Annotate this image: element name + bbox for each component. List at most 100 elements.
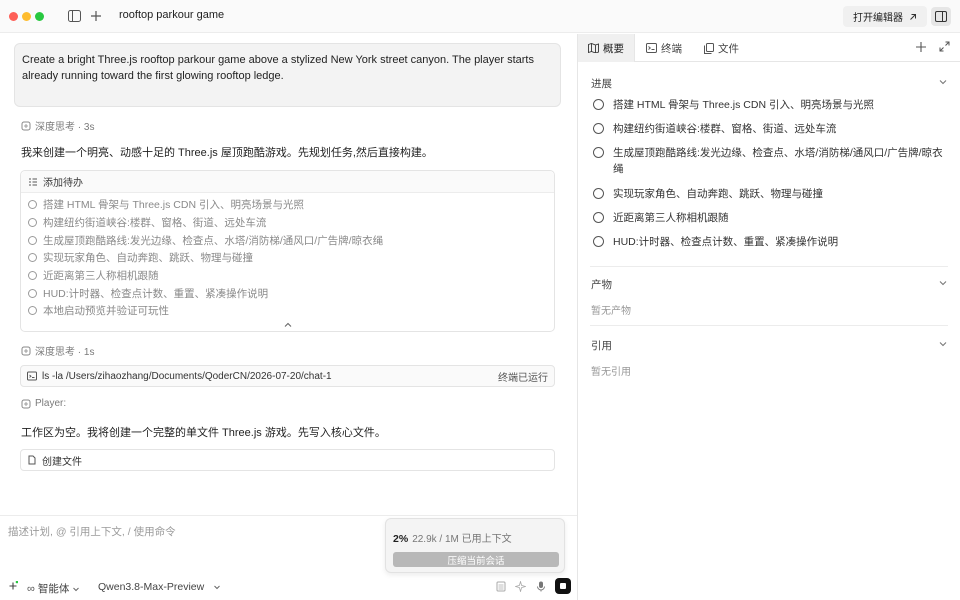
todo-status-circle-icon: [28, 271, 37, 281]
references-section-title[interactable]: 引用: [591, 338, 612, 353]
infinity-icon: ∞: [27, 582, 35, 595]
plus-icon: [9, 581, 18, 590]
todo-item-label: 本地启动预览并验证可玩性: [43, 305, 169, 318]
create-file-card[interactable]: 创建文件: [20, 449, 555, 471]
tab-files-label: 文件: [718, 42, 739, 55]
add-context-button[interactable]: [8, 581, 18, 591]
section-divider: [590, 266, 948, 267]
todo-item[interactable]: HUD:计时器、检查点计数、重置、紧凑操作说明: [21, 284, 554, 302]
todo-item[interactable]: 搭建 HTML 骨架与 Three.js CDN 引入、明亮场景与光照: [21, 196, 554, 214]
progress-section-title[interactable]: 进展: [591, 76, 612, 91]
add-icon[interactable]: [915, 41, 927, 53]
todo-item-label: 构建纽约街道峡谷:楼群、窗格、街道、远处车流: [43, 217, 267, 230]
todo-item[interactable]: 实现玩家角色、自动奔跑、跳跃、物理与碰撞: [21, 249, 554, 267]
thinking-icon: [21, 346, 31, 355]
microphone-icon[interactable]: [536, 581, 546, 592]
todo-item-label: HUD:计时器、检查点计数、重置、紧凑操作说明: [43, 287, 269, 300]
new-chat-icon[interactable]: [88, 8, 104, 24]
todo-item[interactable]: 构建纽约街道峡谷:楼群、窗格、街道、远处车流: [21, 214, 554, 232]
context-usage-popup: 2% 22.9k / 1M 已用上下文 压缩当前会话: [385, 518, 565, 573]
command-text: ls -la /Users/zihaozhang/Documents/Qoder…: [42, 370, 332, 382]
context-usage-icon[interactable]: [496, 581, 506, 592]
progress-status-circle-icon: [593, 236, 604, 247]
todo-status-circle-icon: [28, 235, 37, 245]
context-percent: 2%: [393, 533, 409, 545]
todo-item[interactable]: 近距离第三人称相机跟随: [21, 267, 554, 285]
agent-mode-label: 智能体: [37, 583, 70, 595]
todo-item-label: 搭建 HTML 骨架与 Three.js CDN 引入、明亮场景与光照: [43, 199, 304, 212]
tab-overview[interactable]: 概要: [578, 34, 635, 62]
close-window-button[interactable]: [9, 12, 18, 21]
chat-input[interactable]: 描述计划, @ 引用上下文, / 使用命令: [8, 524, 176, 539]
chevron-down-icon[interactable]: [938, 77, 948, 87]
todo-header-label: 添加待办: [43, 178, 83, 189]
terminal-command-card[interactable]: ls -la /Users/zihaozhang/Documents/Qoder…: [20, 365, 555, 387]
progress-item[interactable]: 实现玩家角色、自动奔跑、跳跃、物理与碰撞: [593, 186, 948, 202]
chevron-down-icon: [73, 587, 80, 591]
open-editor-button[interactable]: 打开编辑器: [843, 6, 927, 27]
command-status: 终端已运行: [498, 372, 548, 384]
assistant-reply: 工作区为空。我将创建一个完整的单文件 Three.js 游戏。先写入核心文件。: [21, 427, 386, 439]
checklist-icon: [29, 178, 37, 185]
progress-status-circle-icon: [593, 99, 604, 110]
external-arrow-icon: [910, 13, 916, 20]
tab-terminal[interactable]: 终端: [636, 34, 692, 62]
progress-status-circle-icon: [593, 147, 604, 158]
artifacts-empty-text: 暂无产物: [591, 306, 631, 317]
model-label: Qwen3.8-Max-Preview: [98, 581, 205, 593]
open-editor-label: 打开编辑器: [853, 13, 903, 24]
todo-item[interactable]: 生成屋顶跑酷路线:发光边缘、检查点、水塔/消防梯/通风口/广告牌/晾衣绳: [21, 231, 554, 249]
sidebar-toggle-icon[interactable]: [66, 8, 82, 24]
progress-item[interactable]: 近距离第三人称相机跟随: [593, 210, 948, 226]
expand-icon[interactable]: [939, 41, 950, 52]
thinking-indicator[interactable]: 深度思考 · 1s: [21, 343, 94, 358]
thinking-icon: [21, 121, 31, 130]
progress-item[interactable]: 生成屋顶跑酷路线:发光边缘、检查点、水塔/消防梯/通风口/广告牌/晾衣绳: [593, 145, 948, 177]
section-divider: [590, 325, 948, 326]
thinking-icon: [21, 399, 31, 408]
user-message: Create a bright Three.js rooftop parkour…: [14, 43, 561, 107]
minimize-window-button[interactable]: [22, 12, 31, 21]
model-select[interactable]: Qwen3.8-Max-Preview: [98, 581, 221, 593]
agent-mode-select[interactable]: ∞ 智能体: [27, 581, 80, 596]
todo-status-circle-icon: [28, 306, 37, 316]
terminal-icon: [27, 371, 37, 381]
tab-terminal-label: 终端: [661, 42, 682, 55]
progress-item-label: 生成屋顶跑酷路线:发光边缘、检查点、水塔/消防梯/通风口/广告牌/晾衣绳: [613, 147, 943, 175]
todo-item-label: 实现玩家角色、自动奔跑、跳跃、物理与碰撞: [43, 252, 253, 265]
chevron-down-icon[interactable]: [938, 278, 948, 288]
stop-generation-button[interactable]: [555, 578, 571, 594]
progress-item[interactable]: HUD:计时器、检查点计数、重置、紧凑操作说明: [593, 234, 948, 250]
right-panel-toggle-button[interactable]: [931, 7, 951, 26]
progress-status-circle-icon: [593, 123, 604, 134]
player-label: Player:: [21, 398, 66, 409]
todo-item[interactable]: 本地启动预览并验证可玩性: [21, 302, 554, 320]
progress-status-circle-icon: [593, 212, 604, 223]
progress-item[interactable]: 构建纽约街道峡谷:楼群、窗格、街道、远处车流: [593, 121, 948, 137]
tab-files[interactable]: 文件: [694, 34, 749, 62]
artifacts-section-title[interactable]: 产物: [591, 277, 612, 292]
zoom-window-button[interactable]: [35, 12, 44, 21]
todo-item-label: 近距离第三人称相机跟随: [43, 270, 159, 283]
thinking-label: 深度思考 · 3s: [35, 122, 95, 133]
title-bar: rooftop parkour game 打开编辑器: [0, 0, 960, 33]
thinking-indicator[interactable]: 深度思考 · 3s: [21, 118, 94, 133]
files-icon: [704, 42, 714, 54]
chevron-up-icon[interactable]: [283, 320, 293, 330]
progress-item[interactable]: 搭建 HTML 骨架与 Three.js CDN 引入、明亮场景与光照: [593, 97, 948, 113]
file-icon: [28, 455, 36, 465]
window-title: rooftop parkour game: [119, 9, 225, 21]
todo-status-circle-icon: [28, 288, 37, 298]
sparkle-icon[interactable]: [515, 581, 526, 592]
create-file-label: 创建文件: [42, 456, 82, 468]
right-panel: 概要 终端 文件 进展 搭建 HTML 骨架与 Three.js CDN 引入、…: [578, 34, 960, 600]
tab-overview-label: 概要: [603, 42, 624, 55]
right-panel-tabs: 概要 终端 文件: [578, 34, 960, 62]
progress-item-label: 构建纽约街道峡谷:楼群、窗格、街道、远处车流: [613, 123, 837, 135]
chevron-down-icon[interactable]: [938, 339, 948, 349]
thinking-label: 深度思考 · 1s: [35, 347, 95, 358]
progress-item-label: 实现玩家角色、自动奔跑、跳跃、物理与碰撞: [613, 188, 823, 200]
compress-session-button[interactable]: 压缩当前会话: [393, 552, 559, 567]
progress-status-circle-icon: [593, 188, 604, 199]
todo-header[interactable]: 添加待办: [21, 171, 554, 193]
